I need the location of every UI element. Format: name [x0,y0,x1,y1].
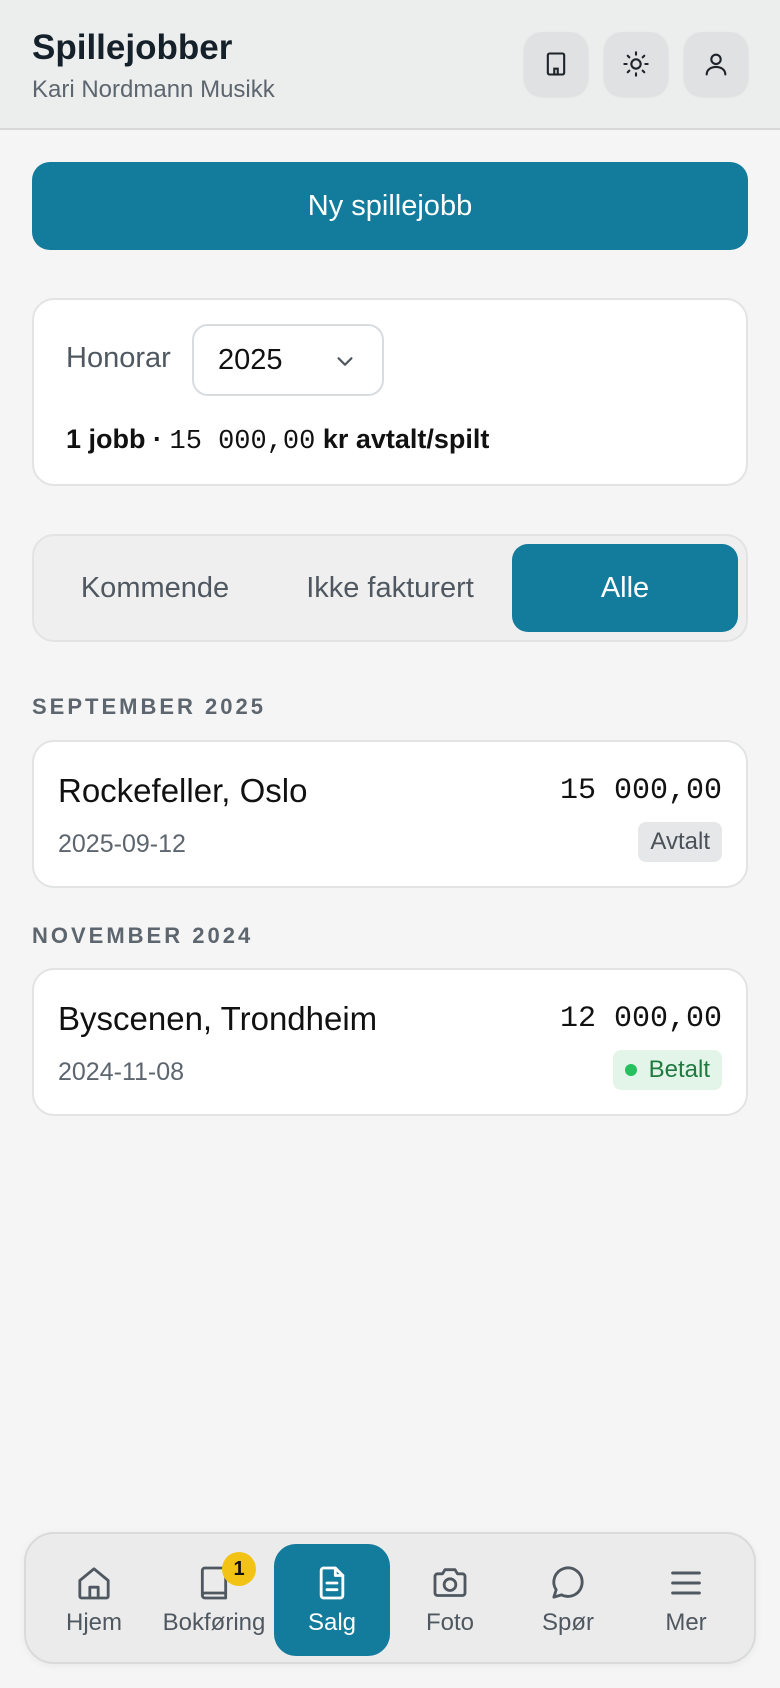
nav-label: Mer [665,1609,707,1636]
summary-text: 1 jobb · 15 000,00 kr avtalt/spilt [66,424,489,457]
nav-label: Spør [541,1609,594,1636]
gig-amount: 12 000,00 [559,1002,722,1036]
chevron-down-icon [337,357,353,366]
nav-photo[interactable]: Foto [392,1544,508,1656]
notification-badge: 1 [222,1552,256,1586]
status-label: Betalt [648,1056,710,1083]
nav-home[interactable]: Hjem [36,1544,152,1656]
nav-sales[interactable]: Salg [274,1544,390,1656]
status-dot [624,1064,637,1076]
summary-suffix: kr avtalt/spilt [315,424,490,454]
income-label: Honorar [66,342,171,374]
app-header: Spillejobber Kari Nordmann Musikk [0,0,780,130]
bottom-nav: Hjem Bokføring Salg Foto Spør Mer 1 [24,1532,756,1664]
nav-label: Salg [307,1609,357,1636]
nav-label: Bokføring [162,1609,266,1636]
status-label: Avtalt [650,828,710,855]
gig-card[interactable]: Rockefeller, Oslo 15 000,00 2025-09-12 A… [32,740,748,888]
profile-button[interactable] [684,32,748,96]
company-name: Kari Nordmann Musikk [32,76,275,103]
gig-date: 2024-11-08 [58,1058,185,1086]
income-summary-card: Honorar 2025 1 jobb · 15 000,00 kr avtal… [32,298,748,486]
gig-amount: 15 000,00 [559,774,722,808]
menu-icon [671,1571,701,1595]
job-count: 1 jobb · [66,424,170,454]
gig-venue: Rockefeller, Oslo [58,772,308,809]
section-heading: NOVEMBER 2024 [32,923,254,948]
nav-bookkeeping[interactable]: Bokføring [156,1544,272,1656]
theme-toggle-button[interactable] [604,32,668,96]
gig-card[interactable]: Byscenen, Trondheim 12 000,00 2024-11-08… [32,968,748,1116]
building-icon [546,52,566,76]
nav-label: Foto [425,1609,475,1636]
gig-venue: Byscenen, Trondheim [58,1000,378,1037]
nav-ask[interactable]: Spør [510,1544,626,1656]
user-icon [705,53,727,76]
year-value: 2025 [218,344,283,376]
sun-icon [623,51,649,77]
tab-kommende[interactable]: Kommende [42,544,268,632]
nav-more[interactable]: Mer [628,1544,744,1656]
home-icon [78,1567,110,1600]
filter-tabs: Kommende Ikke fakturert Alle [32,534,748,642]
document-icon [319,1566,345,1600]
tab-ikke-fakturert[interactable]: Ikke fakturert [277,544,503,632]
tab-alle[interactable]: Alle [512,544,738,632]
gig-date: 2025-09-12 [58,830,186,858]
year-select[interactable]: 2025 [192,324,384,396]
section-heading: SEPTEMBER 2025 [32,694,266,719]
new-gig-button[interactable]: Ny spillejobb [32,162,748,250]
chat-icon [552,1566,584,1599]
nav-label: Hjem [65,1609,122,1636]
summary-amount: 15 000,00 [169,427,316,457]
camera-icon [433,1568,467,1597]
company-button[interactable] [524,32,588,96]
page-title: Spillejobber [32,28,233,67]
status-badge: Avtalt [638,822,722,862]
status-badge: Betalt [612,1050,722,1090]
